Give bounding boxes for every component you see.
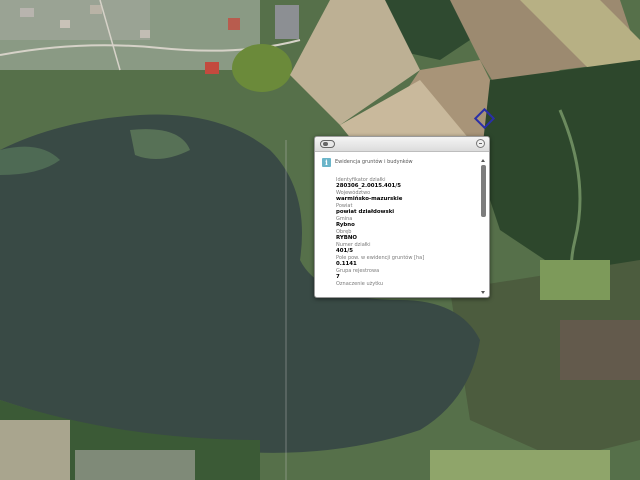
meadow-east — [540, 260, 610, 300]
scroll-up-arrow-icon[interactable] — [481, 159, 485, 162]
field-voivodeship: Województwo warmińsko-mazurskie — [336, 190, 475, 203]
field-value: powiat działdowski — [336, 209, 395, 215]
popup-body[interactable]: Identyfikator działki 280306_2.0015.401/… — [336, 177, 475, 297]
scroll-thumb[interactable] — [481, 165, 486, 217]
info-icon: i — [322, 158, 331, 167]
village-south — [75, 450, 195, 480]
field-parcel-id: Identyfikator działki 280306_2.0015.401/… — [336, 177, 475, 190]
popup-titlebar[interactable] — [315, 137, 489, 152]
field-parcel-number: Numer działki 401/5 — [336, 242, 475, 255]
meadow-south — [430, 450, 610, 480]
field-value: 280306_2.0015.401/5 — [336, 183, 402, 189]
popup-scrollbar[interactable] — [481, 159, 486, 294]
field-value: Rybno — [336, 222, 355, 228]
field-precinct: Obręb RYBNO — [336, 229, 475, 242]
field-value: RYBNO — [336, 235, 357, 241]
field-municipality: Gmina Rybno — [336, 216, 475, 229]
parcel-info-popup[interactable]: i Ewidencja gruntów i budynków Identyfik… — [314, 136, 490, 298]
field-land-use: Oznaczenie użytku — [336, 281, 475, 287]
popup-header: i Ewidencja gruntów i budynków — [319, 156, 477, 170]
field-southwest — [0, 420, 70, 480]
popup-toggle-button[interactable] — [320, 140, 335, 148]
field-value: 0.1141 — [336, 261, 357, 267]
field-value: 401/5 — [336, 248, 353, 254]
field-county: Powiat powiat działdowski — [336, 203, 475, 216]
popup-title: Ewidencja gruntów i budynków — [335, 159, 413, 165]
field-value: warmińsko-mazurskie — [336, 196, 403, 202]
field-label: Oznaczenie użytku — [336, 281, 384, 287]
field-area: Pole pow. w ewidencji gruntów [ha] 0.114… — [336, 255, 475, 268]
scroll-down-arrow-icon[interactable] — [481, 291, 485, 294]
sports-field — [232, 44, 292, 92]
wetland-patch — [560, 320, 640, 380]
field-register-group: Grupa rejestrowa 7 — [336, 268, 475, 281]
field-value: 7 — [336, 274, 340, 280]
popup-close-button[interactable] — [476, 139, 485, 148]
